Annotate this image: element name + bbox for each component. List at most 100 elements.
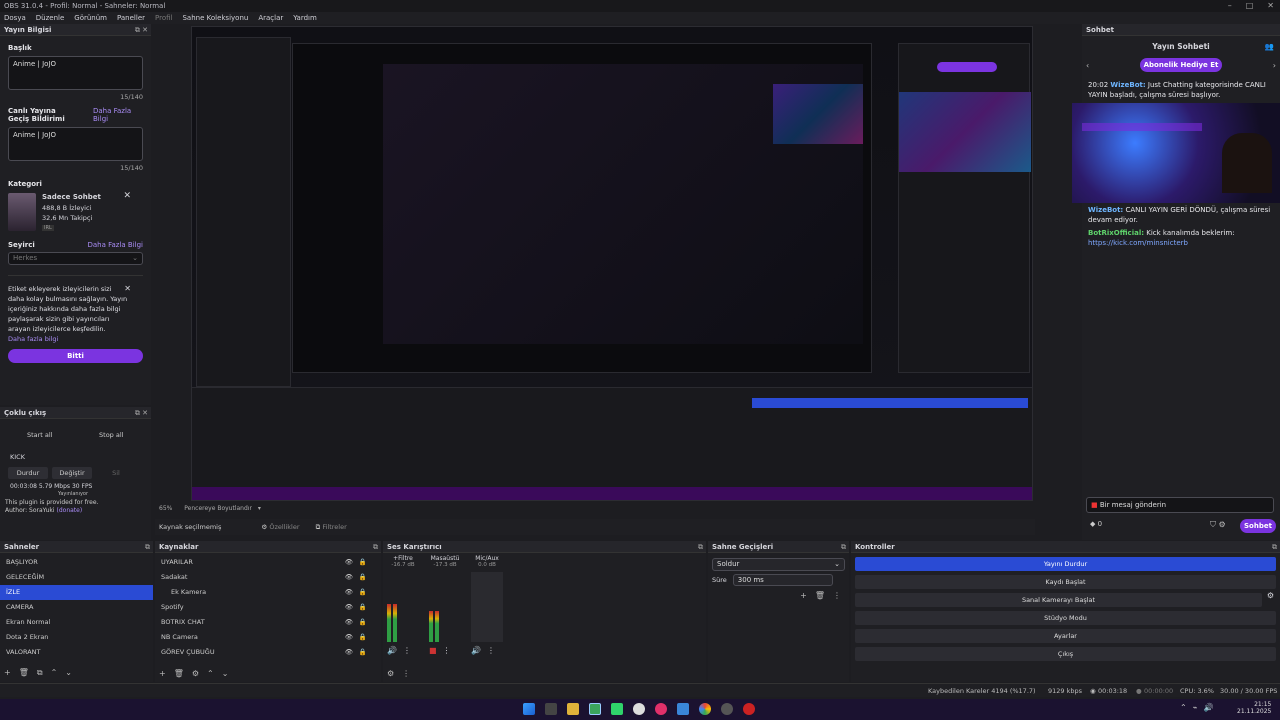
stop-stream-button[interactable]: Yayını Durdur — [855, 557, 1276, 571]
more-icon[interactable]: ⋮ — [443, 646, 451, 655]
source-item[interactable]: Spotify 👁 🔒 — [155, 600, 381, 615]
scene-item[interactable]: Ekran Normal — [0, 615, 153, 630]
add-icon[interactable]: + — [159, 669, 166, 678]
menu-file[interactable]: Dosya — [4, 12, 26, 24]
menu-help[interactable]: Yardım — [293, 12, 317, 24]
steam-icon[interactable] — [721, 703, 733, 715]
start-recording-button[interactable]: Kaydı Başlat — [855, 575, 1276, 589]
lock-icon[interactable]: 🔒 — [359, 555, 367, 570]
visibility-icon[interactable]: 👁 — [345, 630, 353, 645]
dock-controls-icon[interactable]: ⧉ — [841, 541, 846, 553]
visibility-icon[interactable]: 👁 — [345, 585, 353, 600]
notification-more-link[interactable]: Daha Fazla Bilgi — [93, 107, 143, 123]
dock-controls-icon[interactable]: ⧉ ✕ — [135, 24, 148, 36]
volume-meter[interactable] — [429, 572, 461, 642]
lock-icon[interactable]: 🔒 — [359, 645, 367, 660]
filter-icon[interactable]: ⧉ — [37, 668, 43, 678]
scene-item[interactable]: Dota 2 Ekran — [0, 630, 153, 645]
source-item[interactable]: BOTRIX CHAT 👁 🔒 — [155, 615, 381, 630]
properties-button[interactable]: Özellikler — [269, 523, 299, 531]
windows-start-icon[interactable] — [523, 703, 535, 715]
duration-input[interactable]: 300 ms — [732, 574, 833, 586]
scene-item[interactable]: BAŞLIYOR — [0, 555, 153, 570]
trash-icon[interactable]: 🗑 — [174, 669, 184, 678]
menu-view[interactable]: Görünüm — [74, 12, 107, 24]
dock-controls-icon[interactable]: ⧉ — [1272, 541, 1277, 553]
play-app-icon[interactable] — [611, 703, 623, 715]
scene-item[interactable]: VALORANT — [0, 645, 153, 660]
arrow-down-icon[interactable]: ⌄ — [65, 668, 72, 678]
minimize-button[interactable]: – — [1228, 0, 1232, 12]
more-icon[interactable]: ⋮ — [833, 591, 841, 600]
users-icon[interactable]: 👥 — [1265, 42, 1274, 51]
audience-select[interactable]: Herkes ⌄ — [8, 252, 143, 265]
transition-select[interactable]: Soldur ⌄ — [712, 558, 845, 571]
chat-link[interactable]: https://kick.com/minsnicterb — [1088, 238, 1274, 248]
dock-controls-icon[interactable]: ⧉ ✕ — [135, 407, 148, 419]
gear-icon[interactable]: ⚙ — [1267, 591, 1274, 600]
scene-item[interactable]: CAMERA — [0, 600, 153, 615]
title-input[interactable]: Anime | JoJO — [8, 56, 143, 90]
stop-target-button[interactable]: Durdur — [8, 467, 48, 479]
start-all-button[interactable]: Start all — [8, 429, 72, 441]
chevron-left-icon[interactable]: ‹ — [1086, 61, 1089, 70]
visibility-icon[interactable]: 👁 — [345, 615, 353, 630]
preview-canvas[interactable] — [191, 26, 1033, 501]
more-icon[interactable]: ⋮ — [402, 669, 410, 678]
filters-button[interactable]: Filtreler — [322, 523, 346, 531]
obs-icon[interactable] — [633, 703, 645, 715]
menu-profile[interactable]: Profil — [155, 12, 172, 24]
network-icon[interactable]: ⌁ — [1193, 703, 1198, 712]
gear-icon[interactable]: ⚙ — [192, 669, 199, 678]
menu-docks[interactable]: Paneller — [117, 12, 145, 24]
notification-input[interactable]: Anime | JoJO — [8, 127, 143, 161]
remove-category-icon[interactable]: ✕ — [123, 191, 131, 201]
speaker-icon[interactable]: 🔊 — [471, 646, 481, 655]
studio-mode-button[interactable]: Stüdyo Modu — [855, 611, 1276, 625]
exit-button[interactable]: Çıkış — [855, 647, 1276, 661]
more-icon[interactable]: ⋮ — [403, 646, 411, 655]
shield-icon[interactable]: ⛉ — [1210, 520, 1216, 529]
source-item[interactable]: Ek Kamera 👁 🔒 — [155, 585, 381, 600]
add-icon[interactable]: + — [800, 591, 807, 600]
chat-input[interactable]: ■ Bir mesaj gönderin — [1086, 497, 1274, 513]
close-tags-icon[interactable]: ✕ — [124, 284, 131, 293]
fit-window-dropdown[interactable]: Pencereye Boyutlandır — [184, 505, 252, 512]
clock[interactable]: 21:15 21.11.2025 — [1237, 701, 1271, 715]
file-explorer-icon[interactable] — [567, 703, 579, 715]
lock-icon[interactable]: 🔒 — [359, 630, 367, 645]
zoom-level[interactable]: 65% — [159, 505, 172, 512]
arrow-up-icon[interactable]: ⌃ — [207, 669, 214, 678]
visibility-icon[interactable]: 👁 — [345, 645, 353, 660]
more-icon[interactable]: ⋮ — [487, 646, 495, 655]
donate-link[interactable]: (donate) — [57, 507, 83, 514]
volume-icon[interactable]: 🔊 — [1204, 703, 1214, 712]
menu-edit[interactable]: Düzenle — [36, 12, 65, 24]
trash-icon[interactable]: 🗑 — [815, 591, 825, 600]
record-app-icon[interactable] — [743, 703, 755, 715]
chevron-up-icon[interactable]: ⌃ — [1180, 703, 1187, 712]
maximize-button[interactable]: □ — [1246, 0, 1254, 12]
audience-more-link[interactable]: Daha Fazla Bilgi — [87, 241, 143, 249]
done-button[interactable]: Bitti — [8, 349, 143, 363]
dock-controls-icon[interactable]: ⧉ — [145, 541, 150, 553]
task-view-icon[interactable] — [545, 703, 557, 715]
chrome-icon[interactable] — [699, 703, 711, 715]
edit-target-button[interactable]: Değiştir — [52, 467, 92, 479]
chevron-right-icon[interactable]: › — [1273, 61, 1276, 70]
scene-item[interactable]: GELECEĞİM — [0, 570, 153, 585]
chat-points[interactable]: ◆ 0 — [1090, 520, 1102, 528]
active-app-icon[interactable] — [589, 703, 601, 715]
delete-target-button[interactable]: Sil — [96, 467, 136, 479]
visibility-icon[interactable]: 👁 — [345, 570, 353, 585]
start-virtual-camera-button[interactable]: Sanal Kamerayı Başlat — [855, 593, 1262, 607]
add-icon[interactable]: + — [4, 668, 11, 678]
source-item[interactable]: UYARILAR 👁 🔒 — [155, 555, 381, 570]
source-item[interactable]: Sadakat 👁 🔒 — [155, 570, 381, 585]
muted-speaker-icon[interactable]: ■ — [429, 646, 437, 655]
volume-meter[interactable] — [387, 572, 419, 642]
arrow-up-icon[interactable]: ⌃ — [51, 668, 58, 678]
volume-meter[interactable] — [471, 572, 503, 642]
arrow-down-icon[interactable]: ⌄ — [222, 669, 229, 678]
lock-icon[interactable]: 🔒 — [359, 615, 367, 630]
